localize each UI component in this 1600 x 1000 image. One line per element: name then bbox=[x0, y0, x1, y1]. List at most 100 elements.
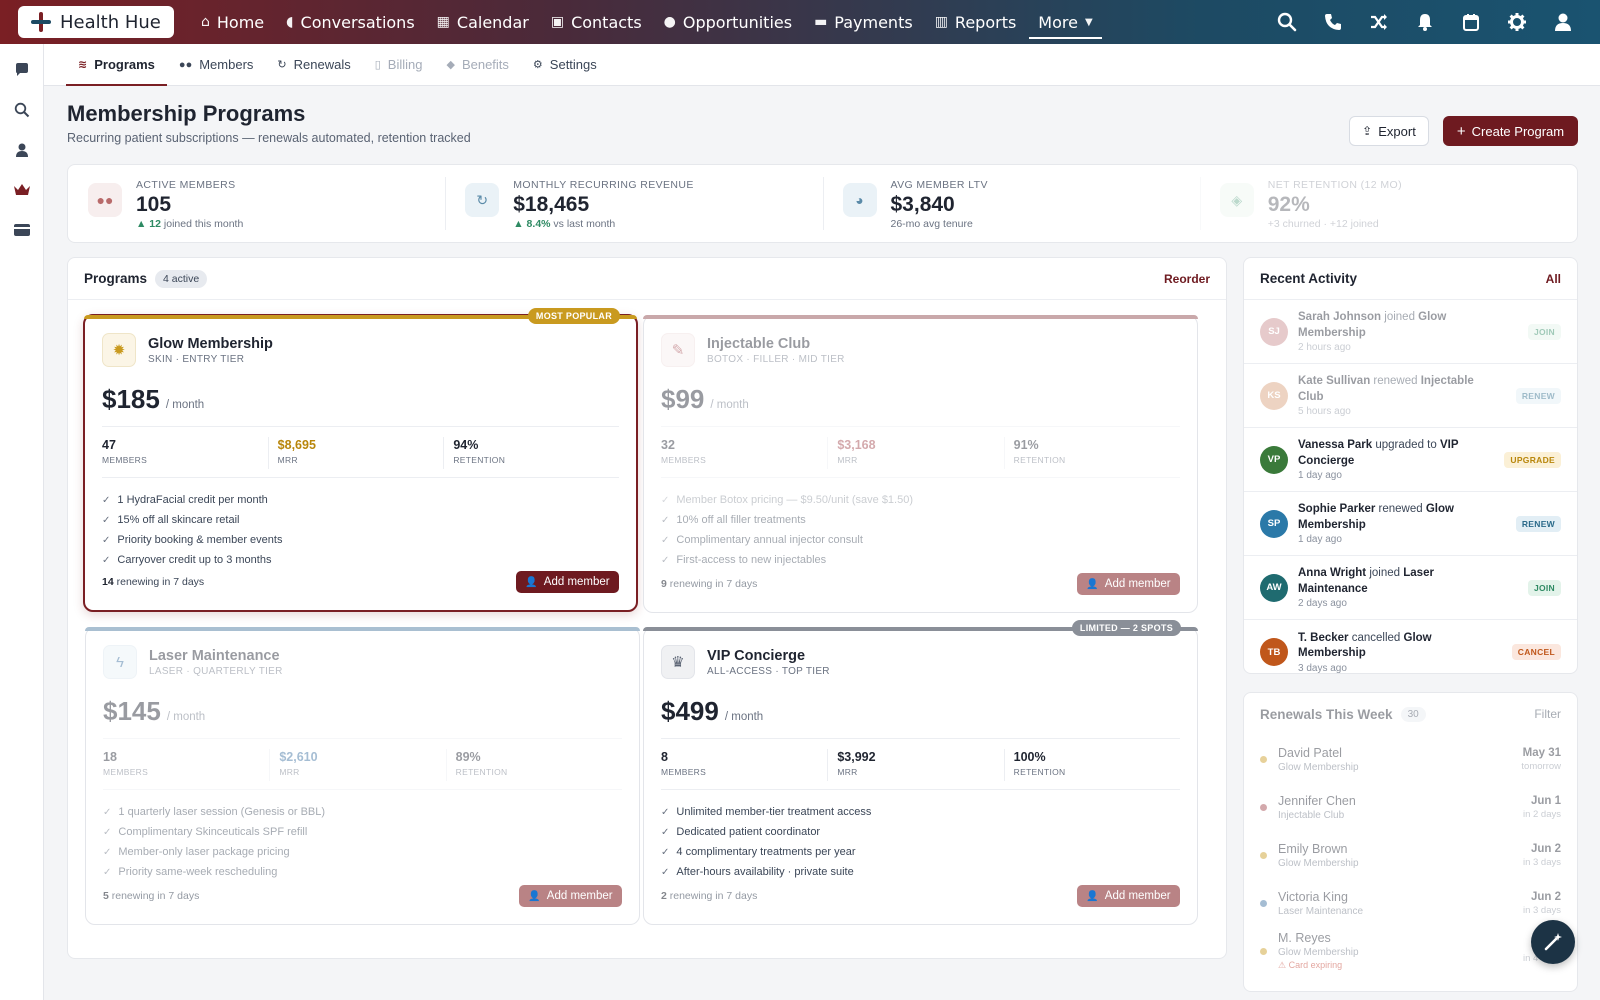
feature-list: ✓ Member Botox pricing — $9.50/unit (save… bbox=[661, 490, 1180, 570]
crown-icon[interactable] bbox=[0, 170, 44, 210]
add-member-button[interactable]: 👤 Add member bbox=[1077, 885, 1180, 907]
tab-label: Renewals bbox=[293, 57, 351, 72]
calendar-icon[interactable] bbox=[1448, 0, 1494, 44]
tab-programs[interactable]: ≋ Programs bbox=[66, 44, 167, 86]
metric-retention: 91% bbox=[1013, 438, 1039, 452]
renewing-note: 2 renewing in 7 days bbox=[661, 890, 757, 902]
nav-item-conversations[interactable]: ◖ Conversations bbox=[275, 0, 426, 44]
export-button[interactable]: ⇪ Export bbox=[1349, 116, 1429, 146]
reorder-link[interactable]: Reorder bbox=[1164, 272, 1210, 286]
syringe-icon: ✎ bbox=[661, 333, 695, 367]
nav-item-calendar[interactable]: ▦ Calendar bbox=[426, 0, 540, 44]
tab-settings[interactable]: ⚙ Settings bbox=[521, 44, 609, 86]
brand-logo[interactable]: Health Hue bbox=[18, 6, 174, 38]
user-plus-icon: 👤 bbox=[525, 576, 538, 588]
activity-row[interactable]: SJ Sarah Johnson joined Glow Membership 2 … bbox=[1244, 300, 1577, 364]
magic-wand-button[interactable] bbox=[1531, 920, 1575, 964]
activity-tag: UPGRADE bbox=[1504, 451, 1561, 468]
nav-label: Payments bbox=[834, 12, 913, 32]
program-metrics: 8 MEMBERS $3,992 MRR 100% RETENTION bbox=[661, 738, 1180, 790]
renewing-text: renewing in 7 days bbox=[666, 890, 758, 902]
nav-item-contacts[interactable]: ▣ Contacts bbox=[540, 0, 653, 44]
check-icon: ✓ bbox=[661, 514, 670, 526]
search-icon[interactable] bbox=[0, 90, 44, 130]
add-member-button[interactable]: 👤 Add member bbox=[519, 885, 622, 907]
avatar: VP bbox=[1260, 445, 1288, 474]
stat-sub: 26-mo avg tenure bbox=[890, 218, 973, 230]
renewals-panel: Renewals This Week 30 Filter David Patel… bbox=[1243, 692, 1578, 992]
feature-item: ✓ 1 quarterly laser session (Genesis or B… bbox=[103, 802, 622, 822]
metric-label: RETENTION bbox=[1013, 455, 1066, 465]
nav-item-opportunities[interactable]: ● Opportunities bbox=[653, 0, 803, 44]
feature-list: ✓ 1 HydraFacial credit per month ✓ 15% off… bbox=[102, 490, 619, 570]
feature-list: ✓ 1 quarterly laser session (Genesis or B… bbox=[103, 802, 622, 882]
program-dot bbox=[1260, 755, 1267, 763]
shuffle-icon[interactable] bbox=[1356, 0, 1402, 44]
nav-label: Conversations bbox=[300, 12, 415, 32]
metric-label: MEMBERS bbox=[661, 767, 707, 777]
create-program-button[interactable]: + Create Program bbox=[1443, 116, 1578, 146]
stat-delta: ▲ 12 bbox=[136, 218, 161, 230]
activity-who: Kate Sullivan bbox=[1298, 375, 1371, 387]
metric-members: 8 bbox=[661, 750, 668, 764]
nav-label: More bbox=[1038, 12, 1078, 32]
program-card-vip[interactable]: LIMITED — 2 SPOTS ♛ VIP Concierge ALL-AC… bbox=[643, 620, 1198, 925]
renewal-row[interactable]: M. ReyesGlow Membership⚠ Card expiringJu… bbox=[1244, 927, 1577, 975]
renewal-row[interactable]: David Patel Glow Membership May 31 tomorrow bbox=[1244, 735, 1577, 783]
add-member-button[interactable]: 👤 Add member bbox=[516, 571, 619, 593]
bell-icon[interactable] bbox=[1402, 0, 1448, 44]
nav-item-reports[interactable]: ▥ Reports bbox=[924, 0, 1028, 44]
tab-benefits[interactable]: ◆ Benefits bbox=[434, 44, 520, 86]
activity-row[interactable]: TB T. Becker cancelled Glow Membership 3 d… bbox=[1244, 620, 1577, 684]
renewal-when: in 2 days bbox=[1522, 808, 1561, 820]
nav-item-home[interactable]: ⌂ Home bbox=[190, 0, 275, 44]
metric-label: MRR bbox=[277, 455, 298, 465]
tab-renewals[interactable]: ↻ Renewals bbox=[265, 44, 362, 86]
gear-icon[interactable] bbox=[1494, 0, 1540, 44]
tab-members[interactable]: ●● Members bbox=[167, 44, 265, 86]
filter-link[interactable]: Filter bbox=[1534, 707, 1561, 721]
renewal-date-value: Jun 2 bbox=[1530, 842, 1561, 855]
avatar: SP bbox=[1260, 509, 1288, 538]
user-icon[interactable] bbox=[0, 130, 44, 170]
users-icon: ●● bbox=[88, 183, 122, 217]
program-card-injectable[interactable]: ✎ Injectable Club BOTOX · FILLER · MID T… bbox=[643, 315, 1198, 613]
add-member-button[interactable]: 👤 Add member bbox=[1077, 573, 1180, 595]
user-icon[interactable] bbox=[1540, 0, 1586, 44]
chat-icon[interactable] bbox=[0, 50, 44, 90]
phone-icon[interactable] bbox=[1310, 0, 1356, 44]
price-period: / month bbox=[165, 399, 205, 411]
activity-row[interactable]: KS Kate Sullivan renewed Injectable Club 5… bbox=[1244, 364, 1577, 428]
nav-item-payments[interactable]: ▬ Payments bbox=[803, 0, 924, 44]
renewal-row[interactable]: Jennifer Chen Injectable Club Jun 1 in 2 da… bbox=[1244, 783, 1577, 831]
activity-time: 1 day ago bbox=[1298, 534, 1342, 545]
nav-item-more[interactable]: More ▼ bbox=[1027, 0, 1103, 44]
activity-line: Kate Sullivan renewed Injectable Club bbox=[1298, 374, 1488, 405]
activity-verb: renewed bbox=[1370, 375, 1421, 387]
metric-retention: 89% bbox=[455, 750, 481, 764]
nav-label: Contacts bbox=[571, 12, 642, 32]
activity-row[interactable]: AW Anna Wright joined Laser Maintenance 2 … bbox=[1244, 556, 1577, 620]
activity-row[interactable]: VP Vanessa Park upgraded to VIP Concierge… bbox=[1244, 428, 1577, 492]
program-dot bbox=[1260, 851, 1267, 859]
feature-text: 1 HydraFacial credit per month bbox=[117, 494, 268, 506]
program-price: $499 bbox=[661, 696, 719, 726]
search-icon[interactable] bbox=[1264, 0, 1310, 44]
lightbulb-icon: ● bbox=[663, 14, 676, 30]
activity-row[interactable]: SP Sophie Parker renewed Glow Membership 1… bbox=[1244, 492, 1577, 556]
renewal-row[interactable]: Emily Brown Glow Membership Jun 2 in 3 days bbox=[1244, 831, 1577, 879]
check-icon: ✓ bbox=[103, 826, 112, 838]
credit-card-icon[interactable] bbox=[0, 210, 44, 250]
feature-text: Complimentary Skinceuticals SPF refill bbox=[118, 826, 308, 838]
member-name: M. Reyes bbox=[1278, 931, 1331, 945]
calendar-icon: ▦ bbox=[436, 14, 450, 30]
program-card-laser[interactable]: ϟ Laser Maintenance LASER · QUARTERLY TI… bbox=[85, 627, 640, 925]
view-all-link[interactable]: All bbox=[1546, 272, 1561, 286]
sun-icon: ✹ bbox=[102, 333, 136, 367]
feature-text: Complimentary annual injector consult bbox=[676, 534, 863, 546]
renewal-row[interactable]: Victoria King Laser Maintenance Jun 2 in 3 … bbox=[1244, 879, 1577, 927]
tab-label: Billing bbox=[387, 57, 423, 72]
tab-billing[interactable]: ▯ Billing bbox=[363, 44, 435, 86]
refresh-icon: ↻ bbox=[277, 59, 287, 71]
program-card-glow[interactable]: MOST POPULAR ✹ Glow Membership SKIN · EN… bbox=[83, 308, 638, 612]
